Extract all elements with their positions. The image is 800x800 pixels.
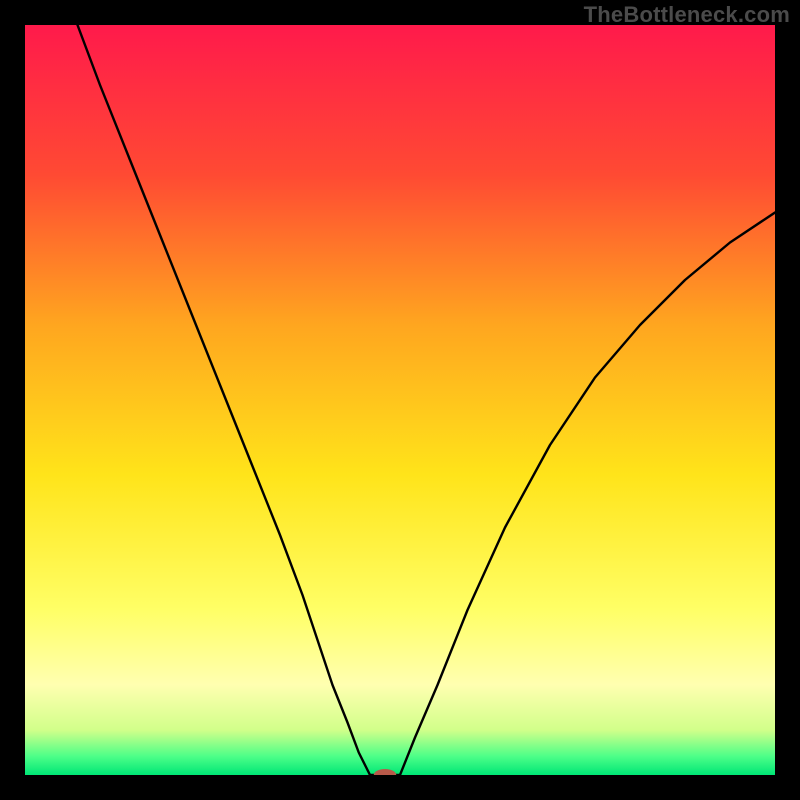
bottleneck-curve-chart <box>25 25 775 775</box>
chart-frame: TheBottleneck.com <box>0 0 800 800</box>
gradient-background <box>25 25 775 775</box>
plot-area <box>25 25 775 775</box>
